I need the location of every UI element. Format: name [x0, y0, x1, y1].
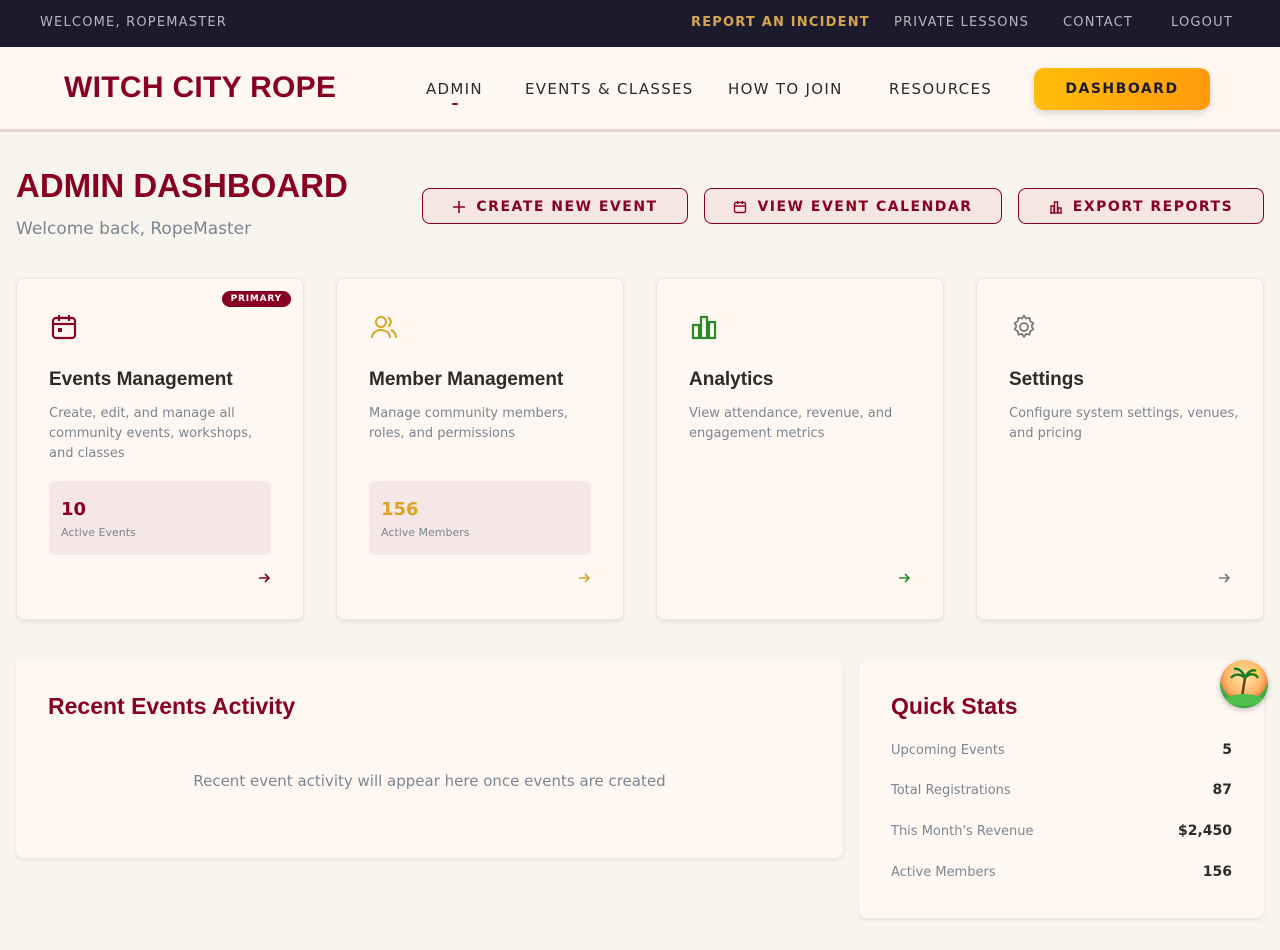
- calendar-icon: [734, 201, 747, 214]
- view-calendar-label: VIEW EVENT CALENDAR: [757, 199, 973, 215]
- stat-box: 156 Active Members: [369, 481, 591, 555]
- stat-label: This Month's Revenue: [891, 824, 1034, 839]
- calendar-icon: [51, 315, 77, 340]
- stat-row: Total Registrations 87: [891, 782, 1232, 798]
- card-description: Manage community members, roles, and per…: [369, 406, 569, 441]
- users-icon: [371, 316, 397, 339]
- export-reports-button[interactable]: EXPORT REPORTS: [1018, 188, 1264, 224]
- quick-stats-title: Quick Stats: [891, 693, 1018, 719]
- report-incident-link[interactable]: REPORT AN INCIDENT: [691, 15, 870, 30]
- card-title: Settings: [1009, 369, 1084, 390]
- user-avatar[interactable]: [1220, 660, 1268, 708]
- stat-label: Active Members: [381, 526, 470, 539]
- utility-bar: WELCOME, ROPEMASTER REPORT AN INCIDENT P…: [0, 0, 1280, 47]
- arrow-right-icon[interactable]: [577, 571, 591, 585]
- active-nav-indicator: [452, 103, 458, 105]
- page-title: ADMIN DASHBOARD: [16, 167, 348, 204]
- recent-events-title: Recent Events Activity: [48, 693, 296, 719]
- nav-resources[interactable]: RESOURCES: [889, 80, 992, 98]
- gear-icon: [1013, 314, 1035, 338]
- empty-state-text: Recent event activity will appear here o…: [193, 772, 666, 790]
- page-subtitle: Welcome back, RopeMaster: [16, 219, 252, 239]
- stat-label: Active Events: [61, 526, 136, 539]
- stat-label: Total Registrations: [891, 783, 1011, 798]
- card-description: Create, edit, and manage all community e…: [49, 406, 253, 461]
- stat-value: 87: [1212, 782, 1232, 798]
- stat-value: 10: [61, 499, 87, 520]
- stat-row: Upcoming Events 5: [891, 742, 1232, 758]
- analytics-card[interactable]: Analytics View attendance, revenue, and …: [656, 278, 944, 620]
- arrow-right-icon[interactable]: [1217, 571, 1231, 585]
- logout-link[interactable]: LOGOUT: [1171, 15, 1233, 30]
- recent-events-panel: Recent Events Activity Recent event acti…: [16, 660, 843, 858]
- primary-badge: PRIMARY: [221, 291, 291, 307]
- card-title: Analytics: [689, 369, 774, 390]
- card-title: Events Management: [49, 369, 233, 390]
- arrow-right-icon[interactable]: [257, 571, 271, 585]
- stat-row: This Month's Revenue $2,450: [891, 823, 1232, 839]
- stat-value: 156: [381, 499, 419, 520]
- card-title: Member Management: [369, 369, 564, 390]
- stat-label: Upcoming Events: [891, 743, 1005, 758]
- contact-link[interactable]: CONTACT: [1063, 15, 1133, 30]
- main-header: WITCH CITY ROPE ADMIN EVENTS & CLASSES H…: [0, 47, 1280, 132]
- events-management-card[interactable]: PRIMARY Events Management Create, edit, …: [16, 278, 304, 620]
- card-description: Configure system settings, venues, and p…: [1009, 406, 1239, 441]
- plus-icon: [453, 201, 466, 213]
- card-description: View attendance, revenue, and engagement…: [689, 406, 893, 441]
- arrow-right-icon[interactable]: [897, 571, 911, 585]
- palm-tree-icon: [1226, 667, 1262, 706]
- stat-value: $2,450: [1177, 823, 1232, 839]
- nav-admin[interactable]: ADMIN: [426, 80, 483, 98]
- stat-row: Active Members 156: [891, 864, 1232, 880]
- private-lessons-link[interactable]: PRIVATE LESSONS: [894, 15, 1029, 30]
- settings-card[interactable]: Settings Configure system settings, venu…: [976, 278, 1264, 620]
- welcome-text: WELCOME, ROPEMASTER: [40, 15, 227, 30]
- quick-stats-panel: Quick Stats Upcoming Events 5 Total Regi…: [859, 660, 1264, 918]
- stat-label: Active Members: [891, 865, 996, 880]
- view-calendar-button[interactable]: VIEW EVENT CALENDAR: [704, 188, 1002, 224]
- create-event-button[interactable]: CREATE NEW EVENT: [422, 188, 688, 224]
- nav-how-to-join[interactable]: HOW TO JOIN: [728, 80, 843, 98]
- bar-chart-icon: [1049, 201, 1062, 214]
- bar-chart-icon: [691, 315, 717, 340]
- member-management-card[interactable]: Member Management Manage community membe…: [336, 278, 624, 620]
- create-event-label: CREATE NEW EVENT: [476, 199, 658, 215]
- dashboard-button[interactable]: DASHBOARD: [1034, 68, 1210, 110]
- export-reports-label: EXPORT REPORTS: [1072, 199, 1234, 215]
- site-logo[interactable]: WITCH CITY ROPE: [64, 71, 336, 105]
- stat-value: 156: [1202, 864, 1232, 880]
- stat-box: 10 Active Events: [49, 481, 271, 555]
- nav-events-classes[interactable]: EVENTS & CLASSES: [525, 80, 694, 98]
- stat-value: 5: [1222, 742, 1232, 758]
